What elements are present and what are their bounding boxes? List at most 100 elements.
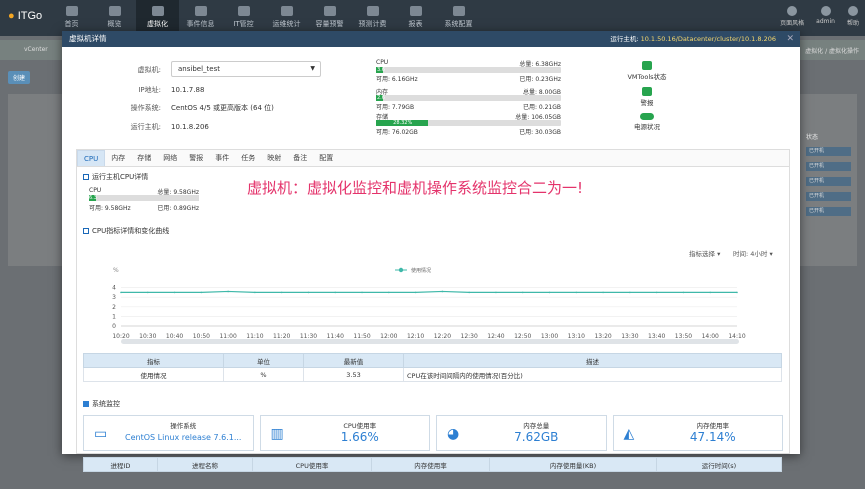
tab-memory[interactable]: 内存 bbox=[105, 150, 131, 166]
palette-icon bbox=[787, 6, 798, 16]
status-header: 状态 bbox=[806, 134, 819, 141]
metric-select[interactable]: 指标选择 ▾ bbox=[689, 248, 720, 258]
field-ip: IP地址: 10.1.7.88 bbox=[138, 86, 205, 94]
capacity-icon bbox=[323, 6, 336, 16]
tab-events[interactable]: 事件 bbox=[209, 150, 235, 166]
tab-tasks[interactable]: 任务 bbox=[235, 150, 261, 166]
storage-usage-bar: 28.32% bbox=[376, 120, 561, 126]
report-icon bbox=[409, 6, 422, 16]
help-button[interactable]: 帮助 bbox=[847, 6, 859, 27]
time-select[interactable]: 时间: 4小时 ▾ bbox=[733, 248, 773, 258]
status-tag: 已开机 bbox=[806, 162, 851, 171]
user-menu[interactable]: admin bbox=[816, 6, 835, 27]
modal-title: 虚拟机详情 bbox=[69, 34, 107, 43]
process-table: 进程ID 进程名称 CPU使用率 内存使用率 内存使用量(KB) 运行时间(s) bbox=[83, 457, 783, 472]
cpu-line-chart: % 使用情况0123410:20 10:30 10:40 10:50 11:00 11:10… bbox=[112, 267, 746, 340]
tab-mapping[interactable]: 映射 bbox=[261, 150, 287, 166]
data-point bbox=[629, 291, 631, 294]
gear-icon bbox=[642, 61, 652, 70]
vm-select[interactable]: ansibel_test ▼ bbox=[171, 61, 321, 77]
background-list bbox=[8, 94, 68, 266]
event-icon bbox=[194, 6, 207, 16]
vmtools-status[interactable]: VMTools状态 bbox=[617, 61, 677, 81]
card-mem-usage: ◭ 内存使用率 47.14% bbox=[612, 415, 783, 451]
field-vm: 虚拟机: ansibel_test ▼ bbox=[76, 61, 321, 77]
table-header: 描述 bbox=[403, 353, 782, 368]
close-icon[interactable]: ✕ bbox=[786, 31, 794, 47]
status-tag: 已开机 bbox=[806, 192, 851, 201]
tab-notes[interactable]: 备注 bbox=[287, 150, 313, 166]
table-header[interactable]: CPU使用率 bbox=[252, 457, 372, 472]
data-point bbox=[575, 291, 578, 294]
table-header[interactable]: 内存使用率 bbox=[370, 457, 491, 472]
resource-storage: 存储 总量: 106.05GB 28.32% 可用: 76.02GB 已用: 3… bbox=[376, 114, 561, 136]
host-cpu-detail: CPU 总量: 9.58GHz 6.3 可用: 9.58GHz 已用: 0.89… bbox=[89, 187, 199, 212]
app-logo[interactable]: ● ITGo bbox=[8, 10, 42, 22]
host-cpu-bar: 6.3 bbox=[89, 195, 199, 201]
bar-fill: 3.6 bbox=[376, 67, 385, 73]
data-point bbox=[736, 291, 738, 294]
card-cpu-usage: ▥ CPU使用率 1.66% bbox=[259, 415, 430, 451]
host-path: 运行主机: 10.1.50.16/Datacenter/cluster/10.1… bbox=[610, 35, 776, 43]
table-header[interactable]: 进程名称 bbox=[156, 457, 254, 472]
legend-label: 使用情况 bbox=[411, 267, 431, 274]
tab-network[interactable]: 网络 bbox=[157, 150, 183, 166]
power-status[interactable]: 电源状况 bbox=[617, 113, 677, 131]
pie-chart-icon: ◕ bbox=[447, 426, 460, 442]
data-point bbox=[521, 291, 524, 294]
user-icon bbox=[820, 6, 831, 16]
headline-annotation: 虚拟机：虚拟化监控和虚机操作系统监控合二为一! bbox=[247, 179, 584, 197]
data-point bbox=[254, 291, 256, 294]
background-status-column: 状态 已开机 已开机 已开机 已开机 已开机 bbox=[800, 94, 857, 266]
square-icon bbox=[83, 401, 89, 407]
table-header: 最新值 bbox=[303, 353, 404, 368]
data-point bbox=[682, 291, 685, 294]
alarm-status[interactable]: 警报 bbox=[617, 87, 677, 107]
system-cards: ▭ 操作系统 CentOS Linux release 7.6.1... ▥ C… bbox=[83, 415, 783, 451]
power-toggle-icon bbox=[640, 113, 654, 120]
gear-icon bbox=[452, 6, 465, 16]
data-point bbox=[227, 290, 229, 293]
status-tag: 已开机 bbox=[806, 177, 851, 186]
status-tag: 已开机 bbox=[806, 147, 851, 156]
table-row: 使用情况 % 3.53 CPU在该时间间隔内的使用情况(百分比) bbox=[83, 367, 782, 382]
table-header[interactable]: 进程ID bbox=[83, 457, 158, 472]
data-point bbox=[602, 291, 604, 294]
chart-scrollbar[interactable] bbox=[121, 339, 739, 344]
y-tick-label: 0 bbox=[112, 323, 116, 330]
create-button[interactable]: 创建 bbox=[8, 71, 31, 84]
square-icon bbox=[83, 228, 89, 234]
section-host-cpu: 运行主机CPU详情 bbox=[83, 172, 148, 182]
tab-storage[interactable]: 存储 bbox=[131, 150, 157, 166]
data-point bbox=[334, 291, 337, 294]
tab-cpu[interactable]: CPU bbox=[77, 150, 106, 166]
tab-config[interactable]: 配置 bbox=[313, 150, 339, 166]
bar-fill: 28.32% bbox=[376, 120, 429, 126]
bar-fill: 2.6 bbox=[376, 95, 385, 101]
alarm-icon bbox=[642, 87, 652, 96]
table-header[interactable]: 运行时间(s) bbox=[655, 457, 783, 472]
field-host: 运行主机: 10.1.8.206 bbox=[130, 123, 209, 131]
bar-fill: 6.3 bbox=[89, 195, 97, 201]
data-point bbox=[388, 291, 390, 294]
y-tick-label: 4 bbox=[112, 285, 116, 292]
data-point bbox=[361, 291, 363, 294]
y-tick-label: 3 bbox=[112, 294, 116, 301]
table-header[interactable]: 内存使用量(KB) bbox=[489, 457, 657, 472]
vm-info: 虚拟机: ansibel_test ▼ IP地址: 10.1.7.88 操作系统:… bbox=[62, 47, 800, 149]
detail-tabs: CPU 内存 存储 网络 警报 事件 任务 映射 备注 配置 bbox=[77, 150, 789, 167]
status-tag: 已开机 bbox=[806, 207, 851, 216]
cloud-icon bbox=[151, 6, 164, 16]
theme-button[interactable]: 页面风格 bbox=[780, 6, 804, 27]
data-point bbox=[307, 291, 310, 294]
data-point bbox=[709, 291, 712, 294]
resource-cpu: CPU 总量: 6.38GHz 3.6 可用: 6.16GHz 已用: 0.23… bbox=[376, 59, 561, 83]
tab-alarm[interactable]: 警报 bbox=[183, 150, 209, 166]
y-tick-label: 2 bbox=[112, 304, 116, 311]
caret-down-icon: ▼ bbox=[310, 65, 315, 72]
data-point bbox=[146, 291, 149, 294]
section-system: 系统监控 bbox=[83, 399, 120, 409]
memory-usage-bar: 2.6 bbox=[376, 95, 561, 101]
table-header: 指标 bbox=[83, 353, 224, 368]
bar-chart-icon: ▥ bbox=[270, 426, 284, 442]
